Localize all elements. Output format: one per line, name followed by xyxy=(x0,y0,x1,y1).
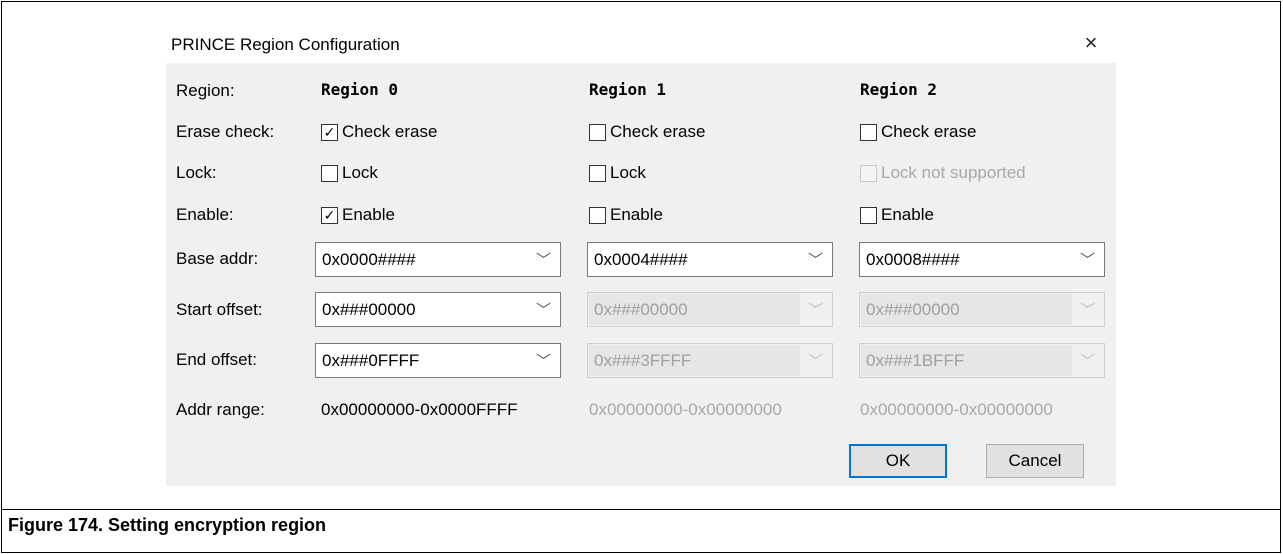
region-0-lock-label: Lock xyxy=(342,163,378,182)
addr-range-label: Addr range: xyxy=(176,400,265,419)
region-2-enable-label: Enable xyxy=(881,205,934,224)
region-1-addr-range: 0x00000000-0x00000000 xyxy=(589,400,782,419)
checkbox-checked-icon: ✓ xyxy=(321,206,338,224)
region-0-check-erase[interactable]: ✓ Check erase xyxy=(321,122,437,142)
caption-divider xyxy=(1,509,1281,510)
region-0-end-offset-value: 0x###0FFFF xyxy=(322,351,420,370)
region-1-start-offset-value: 0x###00000 xyxy=(594,300,688,319)
checkbox-icon xyxy=(589,206,606,224)
chevron-down-icon: ﹀ xyxy=(807,302,823,319)
region-1-end-offset-select: 0x###3FFFF ﹀ xyxy=(587,343,833,378)
region-2-addr-range: 0x00000000-0x00000000 xyxy=(860,400,1053,419)
region-0-header: Region 0 xyxy=(321,80,399,99)
prince-region-dialog: PRINCE Region Configuration × Region: Er… xyxy=(166,25,1116,486)
checkbox-icon xyxy=(321,164,338,182)
region-1-check-erase[interactable]: Check erase xyxy=(589,122,705,142)
region-2-end-offset-select: 0x###1BFFF ﹀ xyxy=(859,343,1105,378)
region-label: Region: xyxy=(176,81,235,100)
region-1-check-erase-label: Check erase xyxy=(610,122,706,141)
chevron-down-icon: ﹀ xyxy=(807,252,823,269)
region-0-check-erase-label: Check erase xyxy=(342,122,438,141)
start-offset-label: Start offset: xyxy=(176,300,263,319)
close-icon[interactable]: × xyxy=(1076,30,1106,58)
region-1-header: Region 1 xyxy=(589,80,667,99)
lock-label: Lock: xyxy=(176,163,217,182)
region-1-enable-label: Enable xyxy=(610,205,663,224)
region-1-lock[interactable]: Lock xyxy=(589,163,646,183)
chevron-down-icon: ﹀ xyxy=(1079,252,1095,269)
region-2-lock: Lock not supported xyxy=(860,163,1026,183)
cancel-button[interactable]: Cancel xyxy=(986,444,1084,478)
chevron-down-icon: ﹀ xyxy=(535,353,551,370)
erase-check-label: Erase check: xyxy=(176,122,275,141)
region-2-base-addr-value: 0x0008#### xyxy=(866,250,960,269)
region-0-enable[interactable]: ✓ Enable xyxy=(321,205,395,225)
region-2-end-offset-value: 0x###1BFFF xyxy=(866,351,965,370)
checkbox-icon xyxy=(589,123,606,141)
region-2-base-addr-select[interactable]: 0x0008#### ﹀ xyxy=(859,242,1105,277)
region-0-base-addr-value: 0x0000#### xyxy=(322,250,416,269)
chevron-down-icon: ﹀ xyxy=(535,252,551,269)
checkbox-disabled-icon xyxy=(860,164,877,182)
region-2-enable[interactable]: Enable xyxy=(860,205,934,225)
region-0-lock[interactable]: Lock xyxy=(321,163,378,183)
region-1-base-addr-value: 0x0004#### xyxy=(594,250,688,269)
base-addr-label: Base addr: xyxy=(176,249,259,268)
region-2-header: Region 2 xyxy=(860,80,938,99)
enable-label: Enable: xyxy=(176,205,234,224)
region-1-enable[interactable]: Enable xyxy=(589,205,663,225)
region-1-end-offset-value: 0x###3FFFF xyxy=(594,351,692,370)
region-0-addr-range: 0x00000000-0x0000FFFF xyxy=(321,400,518,419)
chevron-down-icon: ﹀ xyxy=(1079,302,1095,319)
region-0-end-offset-select[interactable]: 0x###0FFFF ﹀ xyxy=(315,343,561,378)
region-2-start-offset-select: 0x###00000 ﹀ xyxy=(859,292,1105,327)
end-offset-label: End offset: xyxy=(176,350,257,369)
figure-caption: Figure 174. Setting encryption region xyxy=(8,515,327,535)
checkbox-icon xyxy=(860,206,877,224)
region-2-check-erase[interactable]: Check erase xyxy=(860,122,976,142)
ok-button[interactable]: OK xyxy=(849,444,947,478)
checkbox-icon xyxy=(860,123,877,141)
region-0-start-offset-select[interactable]: 0x###00000 ﹀ xyxy=(315,292,561,327)
dialog-titlebar: PRINCE Region Configuration × xyxy=(166,25,1116,63)
region-1-base-addr-select[interactable]: 0x0004#### ﹀ xyxy=(587,242,833,277)
region-0-enable-label: Enable xyxy=(342,205,395,224)
chevron-down-icon: ﹀ xyxy=(535,302,551,319)
checkbox-icon xyxy=(589,164,606,182)
region-0-base-addr-select[interactable]: 0x0000#### ﹀ xyxy=(315,242,561,277)
region-1-lock-label: Lock xyxy=(610,163,646,182)
dialog-title: PRINCE Region Configuration xyxy=(171,35,400,54)
chevron-down-icon: ﹀ xyxy=(1079,353,1095,370)
region-0-start-offset-value: 0x###00000 xyxy=(322,300,416,319)
checkbox-checked-icon: ✓ xyxy=(321,123,338,141)
region-2-start-offset-value: 0x###00000 xyxy=(866,300,960,319)
chevron-down-icon: ﹀ xyxy=(807,353,823,370)
region-1-start-offset-select: 0x###00000 ﹀ xyxy=(587,292,833,327)
region-2-check-erase-label: Check erase xyxy=(881,122,977,141)
region-2-lock-label: Lock not supported xyxy=(881,163,1026,182)
